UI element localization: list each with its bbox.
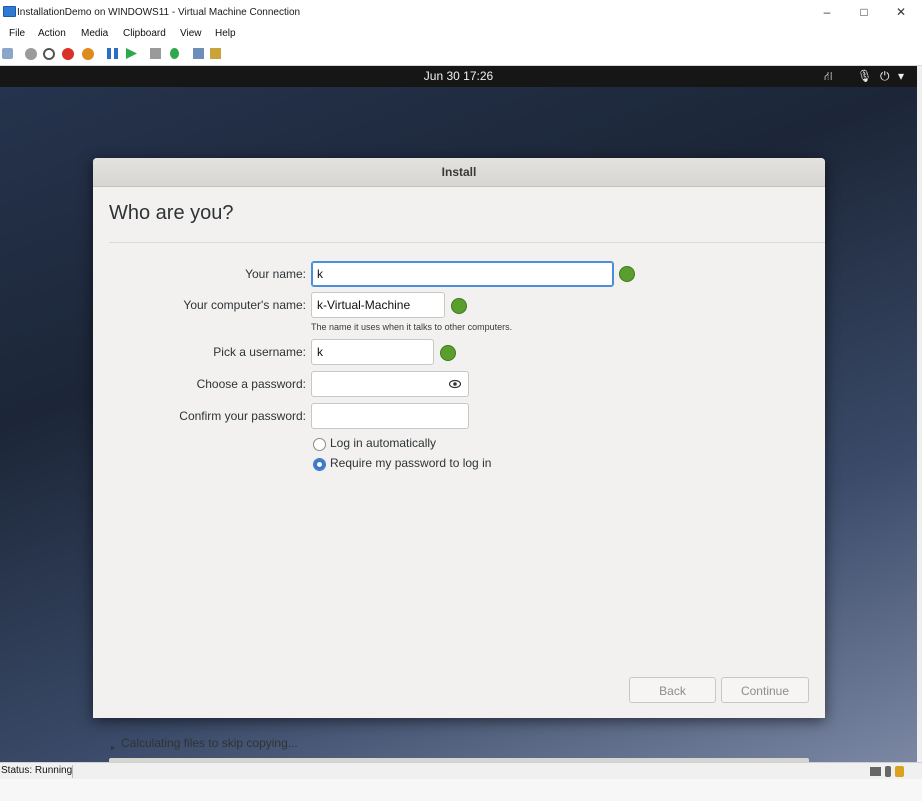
radio-require[interactable] [313, 458, 326, 471]
vm-status: Status: Running [1, 765, 73, 776]
vm-display[interactable]: Jun 30 17:26 ⛙ 🎙 ⏻ ▾ Install Who are you… [0, 66, 917, 762]
login-auto-label: Log in automatically [330, 436, 437, 450]
username-label: Pick a username: [213, 345, 306, 359]
username-input[interactable]: k [311, 339, 434, 365]
computer-name-input[interactable]: k-Virtual-Machine [311, 292, 445, 318]
menu-help[interactable]: Help [215, 28, 236, 39]
continue-button[interactable]: Continue [721, 677, 809, 703]
confirm-password-input[interactable] [311, 403, 469, 429]
password-label: Choose a password: [196, 377, 306, 391]
confirm-password-label: Confirm your password: [179, 409, 306, 423]
divider [109, 242, 825, 243]
computer-name-label: Your computer's name: [183, 298, 306, 312]
start-icon[interactable] [25, 48, 37, 60]
window-title-bar[interactable]: InstallationDemo on WINDOWS11 - Virtual … [0, 0, 922, 27]
expander-arrow-icon[interactable]: ▸ [111, 743, 115, 752]
revert-icon[interactable] [170, 48, 179, 59]
password-input[interactable] [311, 371, 469, 397]
computer-name-hint: The name it uses when it talks to other … [311, 322, 513, 332]
show-password-eye-icon[interactable] [448, 377, 462, 389]
status-divider [72, 765, 73, 778]
page-title: Who are you? [109, 202, 234, 224]
keyboard-icon [870, 767, 881, 776]
checkpoint-icon[interactable] [150, 48, 161, 59]
toolbar [0, 43, 922, 66]
mouse-icon [885, 766, 891, 777]
enhanced-session-icon[interactable] [193, 48, 204, 59]
login-require-label: Require my password to log in [330, 456, 492, 470]
clock[interactable]: Jun 30 17:26 [0, 69, 917, 83]
radio-auto[interactable] [313, 438, 326, 451]
window-bottom-edge [0, 779, 922, 801]
gnome-top-bar: Jun 30 17:26 ⛙ 🎙 ⏻ ▾ [0, 66, 917, 87]
close-button[interactable]: ✕ [886, 3, 916, 21]
maximize-button[interactable]: □ [849, 3, 879, 21]
window-title: InstallationDemo on WINDOWS11 - Virtual … [17, 7, 301, 18]
lock-icon [895, 766, 904, 777]
name-input[interactable]: k [311, 261, 614, 287]
dialog-header[interactable]: Install [93, 158, 825, 187]
menu-clipboard[interactable]: Clipboard [123, 28, 166, 39]
menu-media[interactable]: Media [81, 28, 108, 39]
status-bar: Status: Running [0, 762, 922, 780]
ctrl-alt-del-icon[interactable] [2, 48, 13, 59]
menu-bar: File Action Media Clipboard View Help [0, 26, 922, 43]
vm-connection-app-icon [3, 6, 16, 17]
minimize-button[interactable]: – [812, 3, 842, 21]
menu-view[interactable]: View [180, 28, 202, 39]
menu-action[interactable]: Action [38, 28, 66, 39]
username-valid-icon [440, 345, 456, 361]
shutdown-icon[interactable] [62, 48, 74, 60]
install-dialog: Install Who are you? Your name: k Your c… [93, 158, 825, 762]
microphone-icon[interactable]: 🎙 [857, 69, 872, 83]
pause-icon[interactable] [107, 48, 118, 59]
chevron-down-icon[interactable]: ▾ [898, 69, 904, 83]
computer-name-valid-icon [451, 298, 467, 314]
name-label: Your name: [245, 267, 306, 281]
share-icon[interactable] [210, 48, 221, 59]
dialog-title: Install [441, 165, 477, 179]
resume-icon[interactable] [126, 48, 137, 59]
menu-file[interactable]: File [9, 28, 25, 39]
power-icon[interactable] [82, 48, 94, 60]
install-status-text: Calculating files to skip copying... [121, 736, 298, 750]
name-valid-icon [619, 266, 635, 282]
back-button[interactable]: Back [629, 677, 716, 703]
turn-off-icon[interactable] [43, 48, 55, 60]
power-menu-icon[interactable]: ⏻ [880, 69, 890, 84]
network-icon[interactable]: ⛙ [824, 69, 832, 85]
